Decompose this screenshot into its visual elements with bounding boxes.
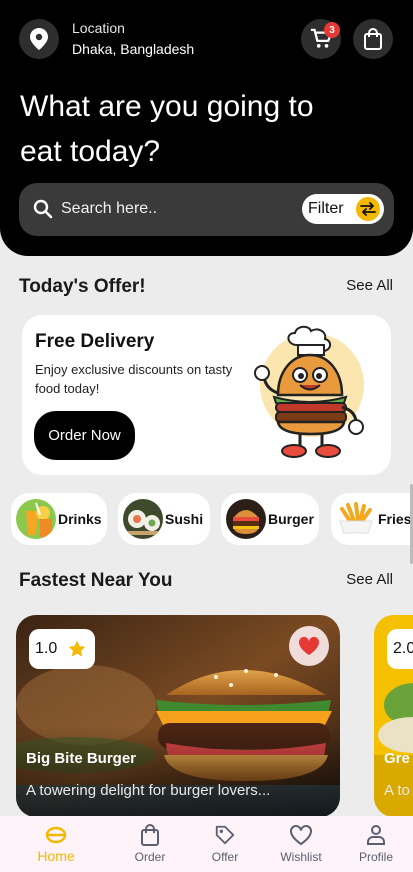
- shopping-bag-icon: [364, 28, 382, 50]
- location-label: Location: [72, 20, 125, 36]
- order-now-button[interactable]: Order Now: [34, 411, 135, 460]
- filter-label: Filter: [308, 200, 344, 217]
- offer-card[interactable]: Free Delivery Enjoy exclusive discounts …: [22, 315, 391, 475]
- restaurant-card[interactable]: 1.0 Big Bite Burger A towering delight f…: [16, 615, 340, 817]
- cart-badge: 3: [324, 22, 340, 38]
- fries-image: [336, 499, 376, 539]
- header: Location Dhaka, Bangladesh 3 What are yo…: [0, 0, 413, 256]
- nav-wishlist[interactable]: Wishlist: [266, 816, 336, 872]
- location-value: Dhaka, Bangladesh: [72, 41, 195, 57]
- category-label: Burger: [268, 511, 314, 527]
- category-label: Fries: [378, 511, 412, 527]
- search-bar[interactable]: Filter: [19, 183, 394, 236]
- nav-offer[interactable]: Offer: [190, 816, 260, 872]
- page-headline: What are you going to eat today?: [20, 90, 314, 168]
- category-fries[interactable]: Fries: [331, 493, 413, 545]
- location-button[interactable]: [19, 19, 59, 59]
- nav-label: Profile: [358, 850, 393, 864]
- tag-icon: [215, 825, 235, 845]
- offer-text: Enjoy exclusive discounts on tasty food …: [35, 362, 233, 396]
- star-icon: [68, 640, 86, 657]
- restaurant-description: A to: [384, 782, 410, 799]
- restaurant-name: Big Bite Burger: [26, 750, 137, 767]
- rating-badge: 2.0: [387, 629, 413, 669]
- category-drinks[interactable]: Drinks: [11, 493, 107, 545]
- swap-icon: [356, 197, 380, 221]
- cart-button[interactable]: 3: [301, 19, 341, 59]
- nav-label: Home: [37, 848, 75, 864]
- app-screen: Location Dhaka, Bangladesh 3 What are yo…: [0, 0, 413, 872]
- restaurant-name: Gre: [384, 750, 410, 767]
- search-icon: [33, 199, 53, 219]
- bottom-navigation: Home Order Offer Wishlist Profile: [0, 816, 413, 872]
- rating-value: 2.0: [393, 640, 413, 657]
- location-pin-icon: [30, 28, 48, 50]
- bag-icon: [141, 824, 159, 846]
- offers-see-all-link[interactable]: See All: [346, 277, 393, 294]
- nav-profile[interactable]: Profile: [341, 816, 411, 872]
- location-info[interactable]: Location Dhaka, Bangladesh: [72, 20, 194, 59]
- category-list: Drinks Sushi Burger Fries: [11, 493, 413, 545]
- nearby-title: Fastest Near You: [19, 570, 173, 591]
- heart-icon: [298, 636, 320, 656]
- profile-icon: [367, 825, 385, 845]
- nav-order[interactable]: Order: [115, 816, 185, 872]
- rating-badge: 1.0: [29, 629, 95, 669]
- home-icon: [45, 826, 67, 844]
- nearby-see-all-link[interactable]: See All: [346, 571, 393, 588]
- filter-button[interactable]: Filter: [302, 194, 384, 224]
- favorite-button[interactable]: [289, 626, 329, 666]
- category-burger[interactable]: Burger: [221, 493, 319, 545]
- burger-mascot-image: [254, 325, 364, 458]
- category-label: Drinks: [58, 511, 102, 527]
- nav-home[interactable]: Home: [21, 816, 91, 872]
- burger-image: [226, 499, 266, 539]
- restaurant-description: A towering delight for burger lovers...: [26, 782, 271, 799]
- offer-title: Free Delivery: [35, 331, 155, 352]
- nav-label: Wishlist: [280, 850, 322, 864]
- search-input[interactable]: [61, 197, 261, 221]
- nav-label: Order: [134, 850, 166, 864]
- shopping-bag-button[interactable]: [353, 19, 393, 59]
- sushi-image: [123, 499, 163, 539]
- category-sushi[interactable]: Sushi: [118, 493, 210, 545]
- offers-title: Today's Offer!: [19, 276, 146, 297]
- drinks-image: [16, 499, 56, 539]
- nav-label: Offer: [211, 850, 239, 864]
- category-label: Sushi: [165, 511, 204, 527]
- restaurant-card[interactable]: 2.0 Gre A to: [374, 615, 413, 817]
- rating-value: 1.0: [35, 640, 58, 657]
- heart-outline-icon: [290, 824, 312, 846]
